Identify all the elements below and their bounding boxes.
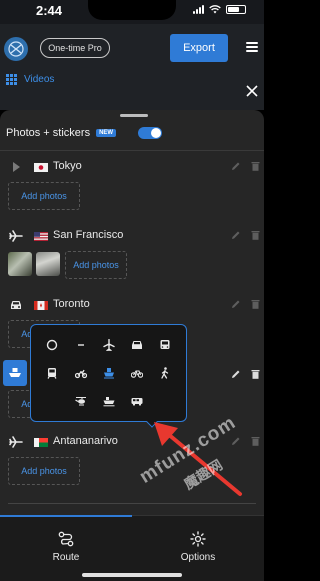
hamburger-menu-icon[interactable] bbox=[246, 42, 258, 52]
boat-icon[interactable] bbox=[103, 367, 115, 379]
transport-picker bbox=[30, 324, 187, 422]
usa-flag-icon bbox=[34, 232, 48, 241]
tab-options[interactable]: Options bbox=[132, 531, 264, 563]
rv-icon[interactable] bbox=[131, 395, 143, 407]
photo-thumbnail[interactable] bbox=[8, 252, 32, 276]
airplane-icon[interactable] bbox=[9, 436, 23, 448]
app-header: One-time Pro Export Videos bbox=[0, 24, 264, 110]
export-button[interactable]: Export bbox=[170, 34, 228, 62]
divider bbox=[0, 150, 264, 151]
photo-thumbnail[interactable] bbox=[36, 252, 60, 276]
videos-link[interactable]: Videos bbox=[6, 74, 54, 85]
walking-icon[interactable] bbox=[159, 367, 171, 379]
city-name: Antananarivo bbox=[53, 435, 118, 447]
city-name: San Francisco bbox=[53, 229, 124, 241]
city-name: Toronto bbox=[53, 298, 90, 310]
sheet-title-row: Photos + stickers NEW bbox=[6, 127, 117, 139]
videos-label: Videos bbox=[24, 74, 55, 85]
home-indicator bbox=[82, 573, 182, 577]
play-icon[interactable] bbox=[9, 161, 23, 173]
helicopter-icon[interactable] bbox=[75, 395, 87, 407]
status-icons bbox=[193, 5, 246, 14]
bus-icon[interactable] bbox=[159, 339, 171, 351]
cellular-signal-icon bbox=[193, 5, 204, 14]
tab-label: Route bbox=[52, 552, 80, 563]
edit-icon[interactable] bbox=[231, 299, 241, 309]
trash-icon[interactable] bbox=[251, 161, 260, 171]
battery-icon bbox=[226, 5, 246, 14]
airplane-icon[interactable] bbox=[9, 230, 23, 242]
globe-logo-icon bbox=[8, 41, 24, 57]
japan-flag-icon bbox=[34, 163, 48, 172]
car-icon[interactable] bbox=[9, 299, 23, 311]
photos-stickers-toggle[interactable] bbox=[138, 127, 162, 139]
photos-stickers-sheet: Photos + stickers NEW Tokyo Add photos S… bbox=[0, 110, 264, 515]
add-photos-button[interactable]: Add photos bbox=[8, 457, 80, 485]
tab-route[interactable]: Route bbox=[0, 531, 132, 563]
grid-icon bbox=[6, 74, 17, 85]
edit-icon[interactable] bbox=[231, 369, 241, 379]
gear-icon bbox=[190, 531, 206, 547]
motorcycle-icon[interactable] bbox=[75, 367, 87, 379]
canada-flag-icon bbox=[34, 301, 48, 310]
train-icon[interactable] bbox=[46, 367, 58, 379]
car-icon[interactable] bbox=[131, 339, 143, 351]
circle-icon[interactable] bbox=[46, 339, 58, 351]
wifi-icon bbox=[209, 5, 221, 14]
device-notch bbox=[88, 0, 176, 20]
add-photos-button[interactable]: Add photos bbox=[8, 182, 80, 210]
boat-icon bbox=[9, 368, 21, 377]
new-badge: NEW bbox=[96, 129, 117, 137]
city-name: Tokyo bbox=[53, 160, 82, 172]
active-tab-indicator bbox=[0, 515, 132, 517]
edit-icon[interactable] bbox=[231, 436, 241, 446]
one-time-pro-button[interactable]: One-time Pro bbox=[40, 38, 110, 58]
close-icon[interactable] bbox=[246, 85, 258, 97]
ship-icon[interactable] bbox=[103, 395, 115, 407]
status-time: 2:44 bbox=[36, 3, 63, 18]
trash-icon[interactable] bbox=[251, 230, 260, 240]
madagascar-flag-icon bbox=[34, 438, 48, 447]
toggle-knob bbox=[151, 128, 161, 138]
selected-transport-button[interactable] bbox=[3, 360, 27, 386]
sheet-drag-handle[interactable] bbox=[120, 114, 148, 117]
divider bbox=[8, 503, 256, 504]
edit-icon[interactable] bbox=[231, 230, 241, 240]
trash-icon[interactable] bbox=[251, 436, 260, 446]
tab-bar: Route Options bbox=[0, 515, 264, 581]
edit-icon[interactable] bbox=[231, 161, 241, 171]
trash-icon[interactable] bbox=[251, 299, 260, 309]
bicycle-icon[interactable] bbox=[131, 367, 143, 379]
tab-label: Options bbox=[180, 552, 216, 563]
sheet-title: Photos + stickers bbox=[6, 127, 91, 139]
add-photos-button[interactable]: Add photos bbox=[65, 251, 127, 279]
status-bar: 2:44 bbox=[0, 0, 264, 24]
route-icon bbox=[58, 531, 74, 547]
app-logo[interactable] bbox=[4, 37, 28, 61]
trash-icon[interactable] bbox=[251, 369, 260, 379]
dash-icon[interactable] bbox=[75, 339, 87, 351]
airplane-icon[interactable] bbox=[103, 339, 115, 351]
